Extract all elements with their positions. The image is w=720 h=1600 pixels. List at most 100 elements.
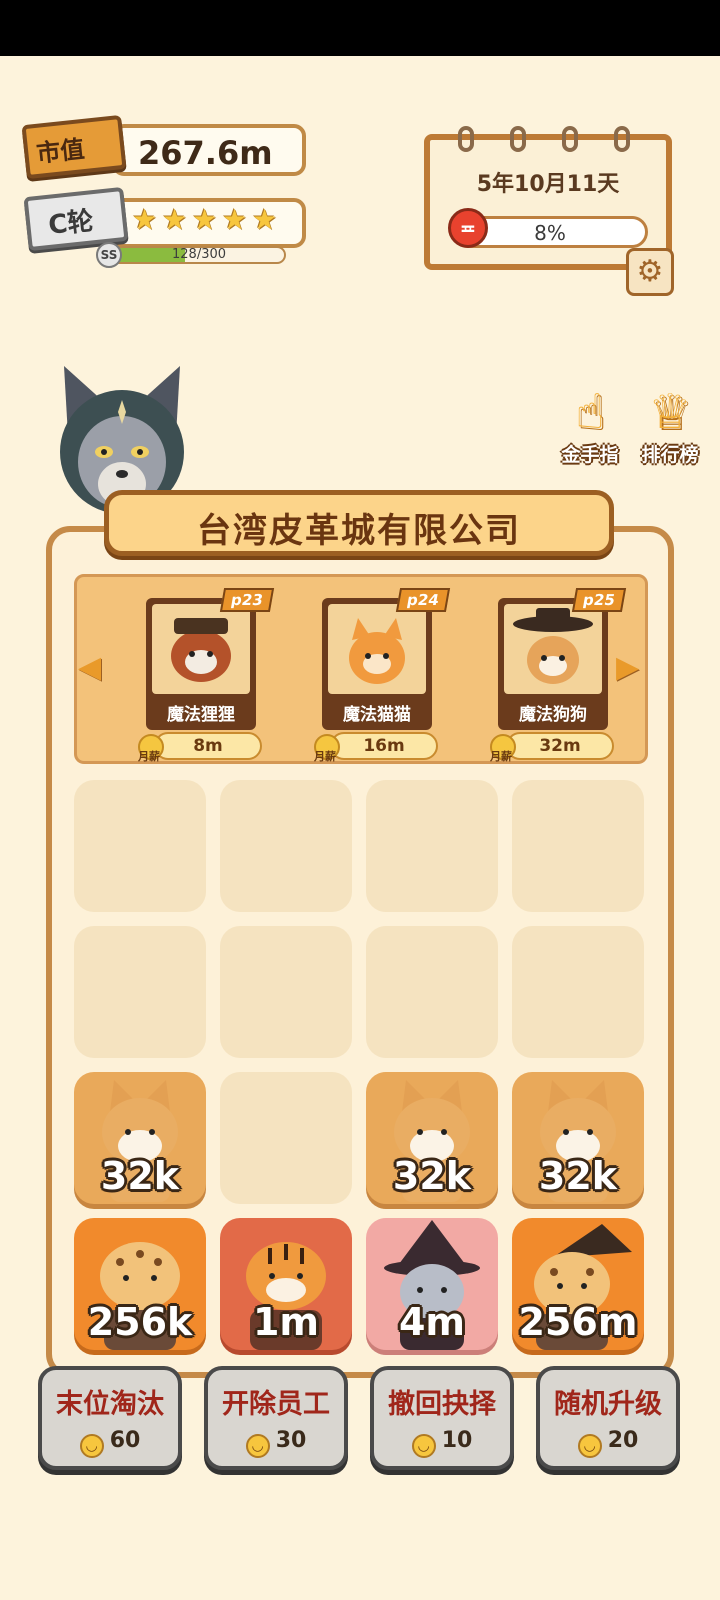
cheat-button[interactable]: ☝ 金手指	[550, 384, 630, 474]
action-label: 随机升级	[554, 1389, 662, 1420]
leaderboard-button[interactable]: ♕ 排行榜	[630, 384, 710, 474]
star-icon: ★	[132, 203, 158, 236]
market-value-tag: 市值	[21, 114, 127, 180]
tile-value: 32k	[538, 1154, 618, 1198]
action-label: 撤回抉择	[388, 1389, 496, 1420]
action-cost: ◡ 20	[540, 1428, 676, 1458]
cost-value: 10	[441, 1428, 473, 1453]
market-value-box: 267.6m	[112, 124, 306, 176]
round-label: C轮	[47, 206, 95, 241]
cost-value: 60	[109, 1428, 141, 1453]
smile-coin-icon: ◡	[79, 1434, 104, 1458]
card-level-tag: p23	[219, 588, 275, 612]
angry-face-icon: ≖	[448, 208, 488, 248]
tile-value: 4m	[398, 1300, 466, 1344]
action-label: 末位淘汰	[56, 1389, 164, 1420]
action-label: 开除员工	[222, 1389, 330, 1420]
star-icon: ★	[162, 203, 188, 236]
market-value: 267.6m	[138, 134, 273, 172]
leopard-witch-employee-tile[interactable]: 256m	[512, 1218, 644, 1350]
card-frame: 魔法狗狗	[498, 598, 608, 730]
pointing-hand-icon: ☝	[575, 384, 605, 440]
salary-tag: 月薪	[490, 750, 512, 763]
calendar-ring	[510, 126, 526, 152]
smile-coin-icon: ◡	[577, 1434, 602, 1458]
status-bar	[0, 0, 720, 56]
shiba-employee-tile[interactable]: 32k	[366, 1072, 498, 1204]
star-icon: ★	[192, 203, 218, 236]
company-name: 台湾皮革城有限公司	[197, 511, 521, 551]
round-tag: C轮	[23, 186, 129, 252]
action-cost: ◡ 10	[374, 1428, 510, 1458]
eliminate-last-button[interactable]: 末位淘汰 ◡ 60	[38, 1366, 182, 1470]
leopard-employee-tile[interactable]: 256k	[74, 1218, 206, 1350]
salary-tag: 月薪	[314, 750, 336, 763]
shop-prev-arrow[interactable]: ◀	[78, 648, 108, 688]
card-price: 16m	[330, 732, 438, 760]
market-value-label: 市值	[35, 135, 86, 168]
card-frame: 魔法狸狸	[146, 598, 256, 730]
smile-coin-icon: ◡	[245, 1434, 270, 1458]
shiba-employee-tile[interactable]: 32k	[512, 1072, 644, 1204]
shop-next-arrow[interactable]: ▶	[616, 648, 646, 688]
empty-slot[interactable]	[512, 926, 644, 1058]
price-text: 8m	[193, 736, 223, 756]
star-icon: ★	[222, 203, 248, 236]
action-cost: ◡ 30	[208, 1428, 344, 1458]
action-cost: ◡ 60	[42, 1428, 178, 1458]
star-rating: ★ ★ ★ ★ ★	[132, 206, 280, 234]
experience-bar: 128/300	[110, 246, 286, 264]
game-date: 5年10月11天	[476, 172, 620, 197]
shop-card[interactable]: 魔法狗狗 p25 32m 月薪	[490, 586, 627, 763]
tile-value: 256k	[87, 1300, 193, 1344]
empty-slot[interactable]	[366, 926, 498, 1058]
tile-value: 32k	[100, 1154, 180, 1198]
fire-employee-button[interactable]: 开除员工 ◡ 30	[204, 1366, 348, 1470]
empty-slot[interactable]	[220, 926, 352, 1058]
empty-slot[interactable]	[366, 780, 498, 912]
cat-portrait	[328, 604, 426, 694]
tile-value: 32k	[392, 1154, 472, 1198]
tiger-employee-tile[interactable]: 1m	[220, 1218, 352, 1350]
shop-card[interactable]: 魔法狸狸 p23 8m 月薪	[138, 586, 275, 763]
empty-slot[interactable]	[220, 780, 352, 912]
price-text: 16m	[363, 736, 405, 756]
undo-choice-button[interactable]: 撤回抉择 ◡ 10	[370, 1366, 514, 1470]
card-level-tag: p24	[395, 588, 451, 612]
cheat-label: 金手指	[561, 444, 619, 466]
card-price: 32m	[506, 732, 614, 760]
smile-coin-icon: ◡	[411, 1434, 436, 1458]
shop-card[interactable]: 魔法猫猫 p24 16m 月薪	[314, 586, 451, 763]
empty-slot[interactable]	[74, 926, 206, 1058]
salary-tag: 月薪	[138, 750, 160, 763]
star-icon: ★	[252, 203, 278, 236]
card-level-tag: p25	[571, 588, 627, 612]
red-panda-portrait	[152, 604, 250, 694]
empty-slot[interactable]	[74, 780, 206, 912]
leaderboard-label: 排行榜	[641, 444, 699, 466]
mouse-employee-tile[interactable]: 4m	[366, 1218, 498, 1350]
gear-icon: ⚙	[636, 254, 664, 289]
tile-value: 1m	[252, 1300, 320, 1344]
card-name: 魔法猫猫	[343, 705, 411, 725]
calendar-ring	[614, 126, 630, 152]
calendar-ring	[562, 126, 578, 152]
card-name: 魔法狗狗	[519, 705, 587, 725]
cost-value: 30	[275, 1428, 307, 1453]
card-name: 魔法狸狸	[167, 705, 235, 725]
dog-portrait	[504, 604, 602, 694]
settings-button[interactable]: ⚙	[626, 248, 674, 296]
tile-value: 256m	[518, 1300, 638, 1344]
empty-slot[interactable]	[220, 1072, 352, 1204]
empty-slot[interactable]	[512, 780, 644, 912]
random-upgrade-button[interactable]: 随机升级 ◡ 20	[536, 1366, 680, 1470]
calendar-ring	[458, 126, 474, 152]
experience-text: 128/300	[172, 247, 227, 262]
trophy-icon: ♕	[648, 384, 692, 440]
card-frame: 魔法猫猫	[322, 598, 432, 730]
price-text: 32m	[539, 736, 581, 756]
company-banner: 台湾皮革城有限公司	[104, 490, 614, 556]
card-price: 8m	[154, 732, 262, 760]
cost-value: 20	[607, 1428, 639, 1453]
shiba-employee-tile[interactable]: 32k	[74, 1072, 206, 1204]
